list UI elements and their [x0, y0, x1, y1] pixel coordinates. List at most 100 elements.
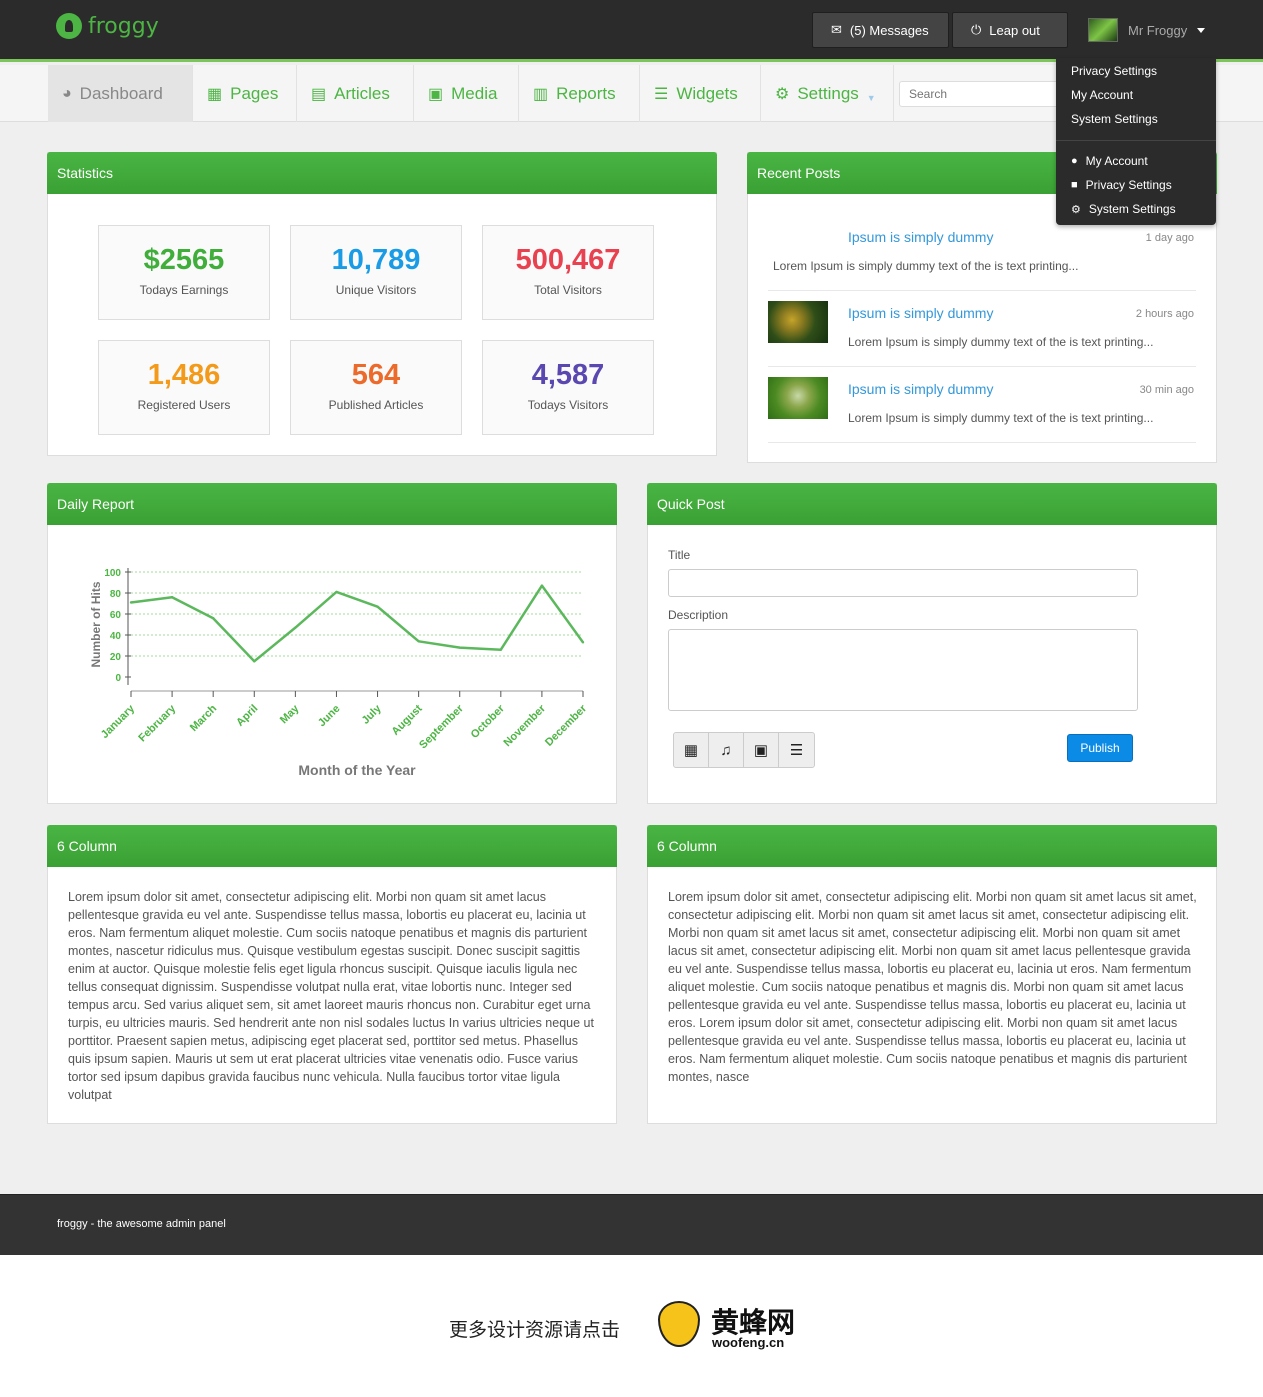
x-tick-label: July [360, 702, 385, 727]
data-point [335, 590, 338, 594]
panel-title: 6 Column [47, 825, 617, 867]
x-tick-label: November [502, 702, 549, 749]
picture-icon[interactable]: ▣ [744, 733, 779, 767]
data-point [540, 584, 544, 587]
data-point [294, 626, 297, 629]
stat-label: Todays Earnings [139, 283, 229, 297]
list-item[interactable]: Ipsum is simply dummy 1 day ago Lorem Ip… [768, 215, 1196, 291]
post-title[interactable]: Ipsum is simply dummy [848, 305, 993, 321]
x-tick-label: January [99, 702, 138, 741]
x-tick-label: May [278, 702, 302, 726]
nav-articles[interactable]: ▤ Articles [297, 65, 414, 122]
nav-settings[interactable]: ⚙ Settings ▼ [761, 65, 894, 122]
stat-label: Total Visitors [534, 283, 602, 297]
list-item[interactable]: Ipsum is simply dummy 2 hours ago Lorem … [768, 291, 1196, 367]
list-item[interactable]: Ipsum is simply dummy 30 min ago Lorem I… [768, 367, 1196, 443]
document-icon: ▤ [311, 85, 327, 103]
menu-item-my-account-icon[interactable]: ● My Account [1071, 154, 1148, 168]
x-tick-label: December [543, 702, 590, 749]
user-menu[interactable]: Mr Froggy [1088, 18, 1206, 42]
brand-url: woofeng.cn [712, 1335, 785, 1350]
promo-banner[interactable]: 更多设计资源请点击 黄蜂网 woofeng.cn [0, 1255, 1263, 1397]
post-thumbnail [768, 377, 828, 419]
messages-label: (5) Messages [849, 22, 929, 38]
post-excerpt: Lorem Ipsum is simply dummy text of the … [848, 411, 1154, 425]
y-tick-label: 80 [110, 589, 122, 600]
x-tick-label: March [188, 702, 220, 734]
title-field[interactable] [668, 569, 1138, 597]
nav-label: Settings [797, 83, 859, 103]
nav-widgets[interactable]: ☰ Widgets [640, 65, 761, 122]
data-point [499, 648, 503, 651]
nav-pages[interactable]: ▦ Pages [193, 65, 297, 122]
post-title[interactable]: Ipsum is simply dummy [848, 229, 993, 245]
menu-item-system-settings-icon[interactable]: ⚙ System Settings [1071, 202, 1176, 216]
stat-value: $2565 [143, 244, 225, 276]
x-tick-label: October [469, 702, 508, 741]
x-tick-label: August [389, 702, 425, 738]
list-icon: ☰ [654, 85, 669, 103]
nav-dashboard[interactable]: ◕ Dashboard [48, 65, 193, 122]
grid-icon: ▦ [207, 85, 223, 103]
publish-button[interactable]: Publish [1067, 734, 1133, 762]
column-text: Lorem ipsum dolor sit amet, consectetur … [668, 890, 1197, 1084]
menu-divider [1056, 140, 1216, 141]
film-icon[interactable]: ▦ [674, 733, 709, 767]
panel-title: Quick Post [647, 483, 1217, 525]
post-title[interactable]: Ipsum is simply dummy [848, 381, 993, 397]
y-tick-label: 0 [115, 673, 121, 684]
media-toolbar: ▦ ♫ ▣ ☰ [673, 732, 815, 768]
description-field[interactable] [668, 629, 1138, 711]
menu-item-my-account[interactable]: My Account [1071, 88, 1133, 102]
music-icon[interactable]: ♫ [709, 733, 744, 767]
messages-button[interactable]: ✉ (5) Messages [812, 12, 949, 48]
data-point [253, 660, 256, 663]
x-tick-label: February [136, 702, 178, 744]
menu-item-label: My Account [1071, 88, 1134, 102]
lock-icon: ■ [1071, 179, 1078, 191]
stat-card: 1,486 Registered Users [98, 340, 270, 435]
dashboard-icon: ◕ [62, 84, 72, 102]
post-time: 2 hours ago [1135, 308, 1194, 320]
logo[interactable]: froggy [56, 13, 159, 39]
avatar [1088, 18, 1118, 42]
bee-logo-icon [658, 1301, 700, 1347]
menu-item-system-settings[interactable]: System Settings [1071, 112, 1158, 126]
panel-title: Statistics [47, 152, 717, 194]
logout-button[interactable]: ⏻ Leap out [952, 12, 1068, 48]
statistics-panel: Statistics $2565 Todays Earnings 10,789 … [47, 152, 717, 456]
nav-reports[interactable]: ▥ Reports [519, 65, 640, 122]
caret-down-icon: ▼ [866, 92, 876, 103]
nav-label: Pages [230, 83, 279, 103]
panel-title: Daily Report [47, 483, 617, 525]
nav-label: Articles [334, 83, 390, 103]
menu-lines-icon[interactable]: ☰ [779, 733, 814, 767]
footer: froggy - the awesome admin panel [0, 1194, 1263, 1255]
stat-value: 564 [351, 359, 401, 391]
column-text: Lorem ipsum dolor sit amet, consectetur … [68, 890, 594, 1102]
menu-item-label: My Account [1085, 154, 1148, 168]
menu-item-label: Privacy Settings [1071, 64, 1158, 78]
stat-label: Unique Visitors [335, 283, 417, 297]
bar-chart-icon: ▥ [533, 85, 549, 103]
gear-icon: ⚙ [775, 85, 790, 103]
stat-card: 500,467 Total Visitors [482, 225, 654, 320]
menu-item-privacy-settings[interactable]: Privacy Settings [1071, 64, 1157, 78]
menu-item-privacy-settings-icon[interactable]: ■ Privacy Settings [1071, 178, 1172, 192]
line-chart: 0 20 40 60 80 100 January February March April May… [89, 568, 590, 778]
menu-item-label: System Settings [1088, 202, 1176, 216]
data-point [417, 640, 420, 643]
x-tick-label: April [234, 703, 260, 729]
column-panel-right: 6 Column Lorem ipsum dolor sit amet, con… [647, 825, 1217, 1124]
stat-card: 564 Published Articles [290, 340, 462, 435]
user-name: Mr Froggy [1128, 22, 1188, 38]
stat-value: 10,789 [331, 244, 421, 276]
data-point [170, 596, 174, 599]
search-input[interactable] [899, 81, 1059, 107]
y-tick-label: 60 [110, 610, 122, 621]
y-tick-label: 40 [110, 631, 122, 642]
nav-media[interactable]: ▣ Media [414, 65, 519, 122]
x-tick-label: September [417, 702, 466, 751]
panel-title: 6 Column [647, 825, 1217, 867]
logout-label: Leap out [989, 22, 1040, 38]
